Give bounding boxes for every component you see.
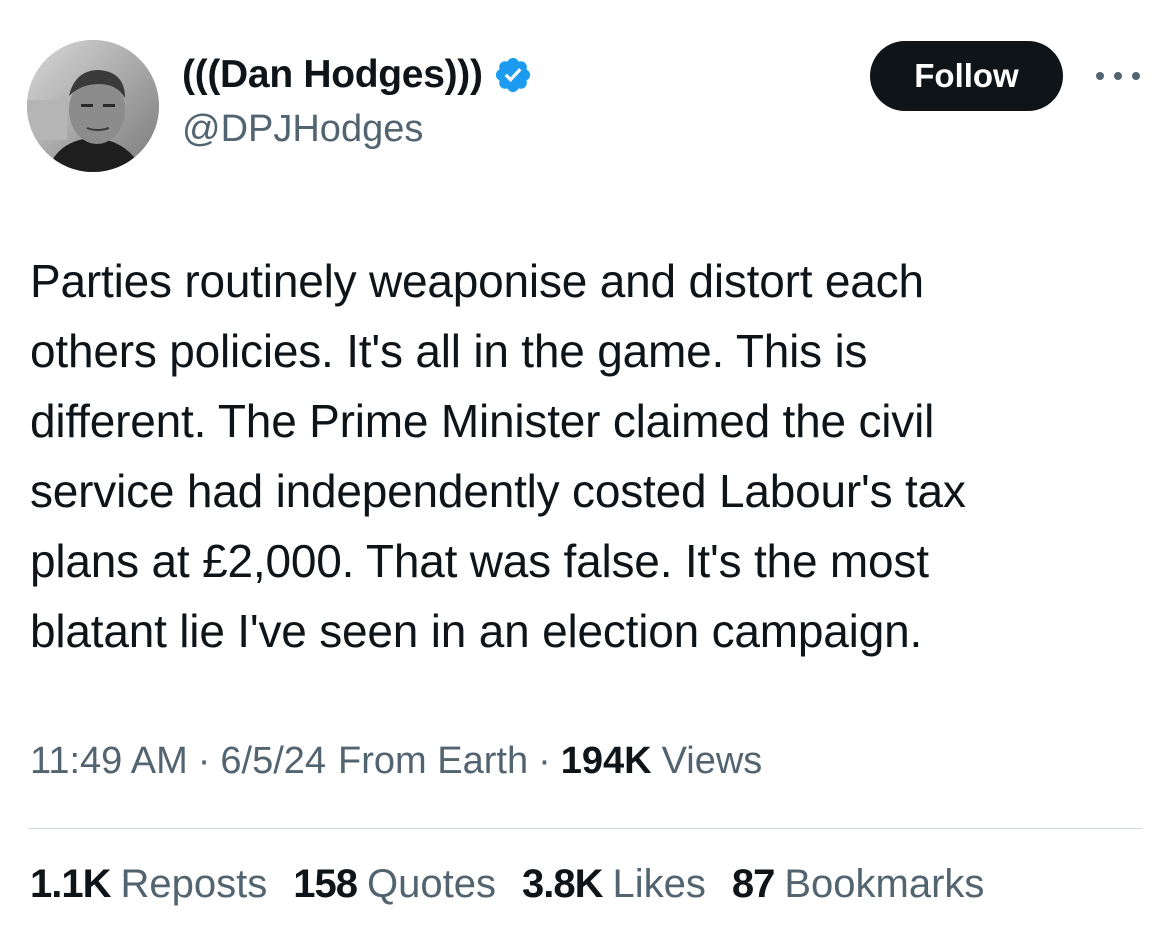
- reposts-label: Reposts: [120, 862, 268, 906]
- tweet-location: From Earth: [338, 740, 529, 782]
- tweet-line: plans at £2,000. That was false. It's th…: [30, 535, 929, 587]
- tweet-meta: 11:49 AM · 6/5/24 From Earth · 194K View…: [30, 740, 762, 783]
- quotes-count: 158: [293, 862, 358, 906]
- tweet-line: different. The Prime Minister claimed th…: [30, 395, 935, 447]
- tweet-line: service had independently costed Labour'…: [30, 465, 966, 517]
- reposts-stat[interactable]: 1.1K Reposts: [30, 862, 267, 907]
- quotes-label: Quotes: [367, 862, 496, 906]
- author-name-row: (((Dan Hodges))): [182, 52, 533, 98]
- tweet-text: Parties routinely weaponise and distort …: [30, 246, 1140, 666]
- tweet-line: others policies. It's all in the game. T…: [30, 325, 868, 377]
- verified-badge-icon: [495, 57, 530, 93]
- display-name[interactable]: (((Dan Hodges))): [182, 53, 483, 97]
- views-count[interactable]: 194K: [561, 740, 652, 783]
- separator: ·: [538, 740, 551, 782]
- likes-stat[interactable]: 3.8K Likes: [522, 862, 706, 907]
- separator: ·: [197, 740, 211, 782]
- bookmarks-count: 87: [731, 862, 775, 906]
- reposts-count: 1.1K: [30, 862, 111, 906]
- follow-button[interactable]: Follow: [870, 41, 1063, 111]
- tweet-date[interactable]: 6/5/24: [220, 740, 326, 783]
- likes-count: 3.8K: [521, 862, 603, 906]
- tweet-time[interactable]: 11:49 AM: [30, 740, 188, 783]
- more-options-icon[interactable]: [1096, 66, 1140, 86]
- bookmarks-stat[interactable]: 87 Bookmarks: [732, 862, 985, 907]
- avatar[interactable]: [27, 40, 159, 172]
- dot: [1132, 72, 1140, 80]
- divider: [28, 828, 1142, 829]
- tweet-line: blatant lie I've seen in an election cam…: [30, 605, 923, 657]
- likes-label: Likes: [612, 862, 706, 906]
- views-label[interactable]: Views: [662, 740, 763, 783]
- bookmarks-label: Bookmarks: [784, 862, 985, 906]
- dot: [1114, 72, 1122, 80]
- tweet-line: Parties routinely weaponise and distort …: [30, 255, 924, 307]
- engagement-stats: 1.1K Reposts 158 Quotes 3.8K Likes 87 Bo…: [30, 862, 1010, 907]
- dot: [1096, 72, 1104, 80]
- quotes-stat[interactable]: 158 Quotes: [293, 862, 496, 907]
- user-handle[interactable]: @DPJHodges: [182, 108, 423, 151]
